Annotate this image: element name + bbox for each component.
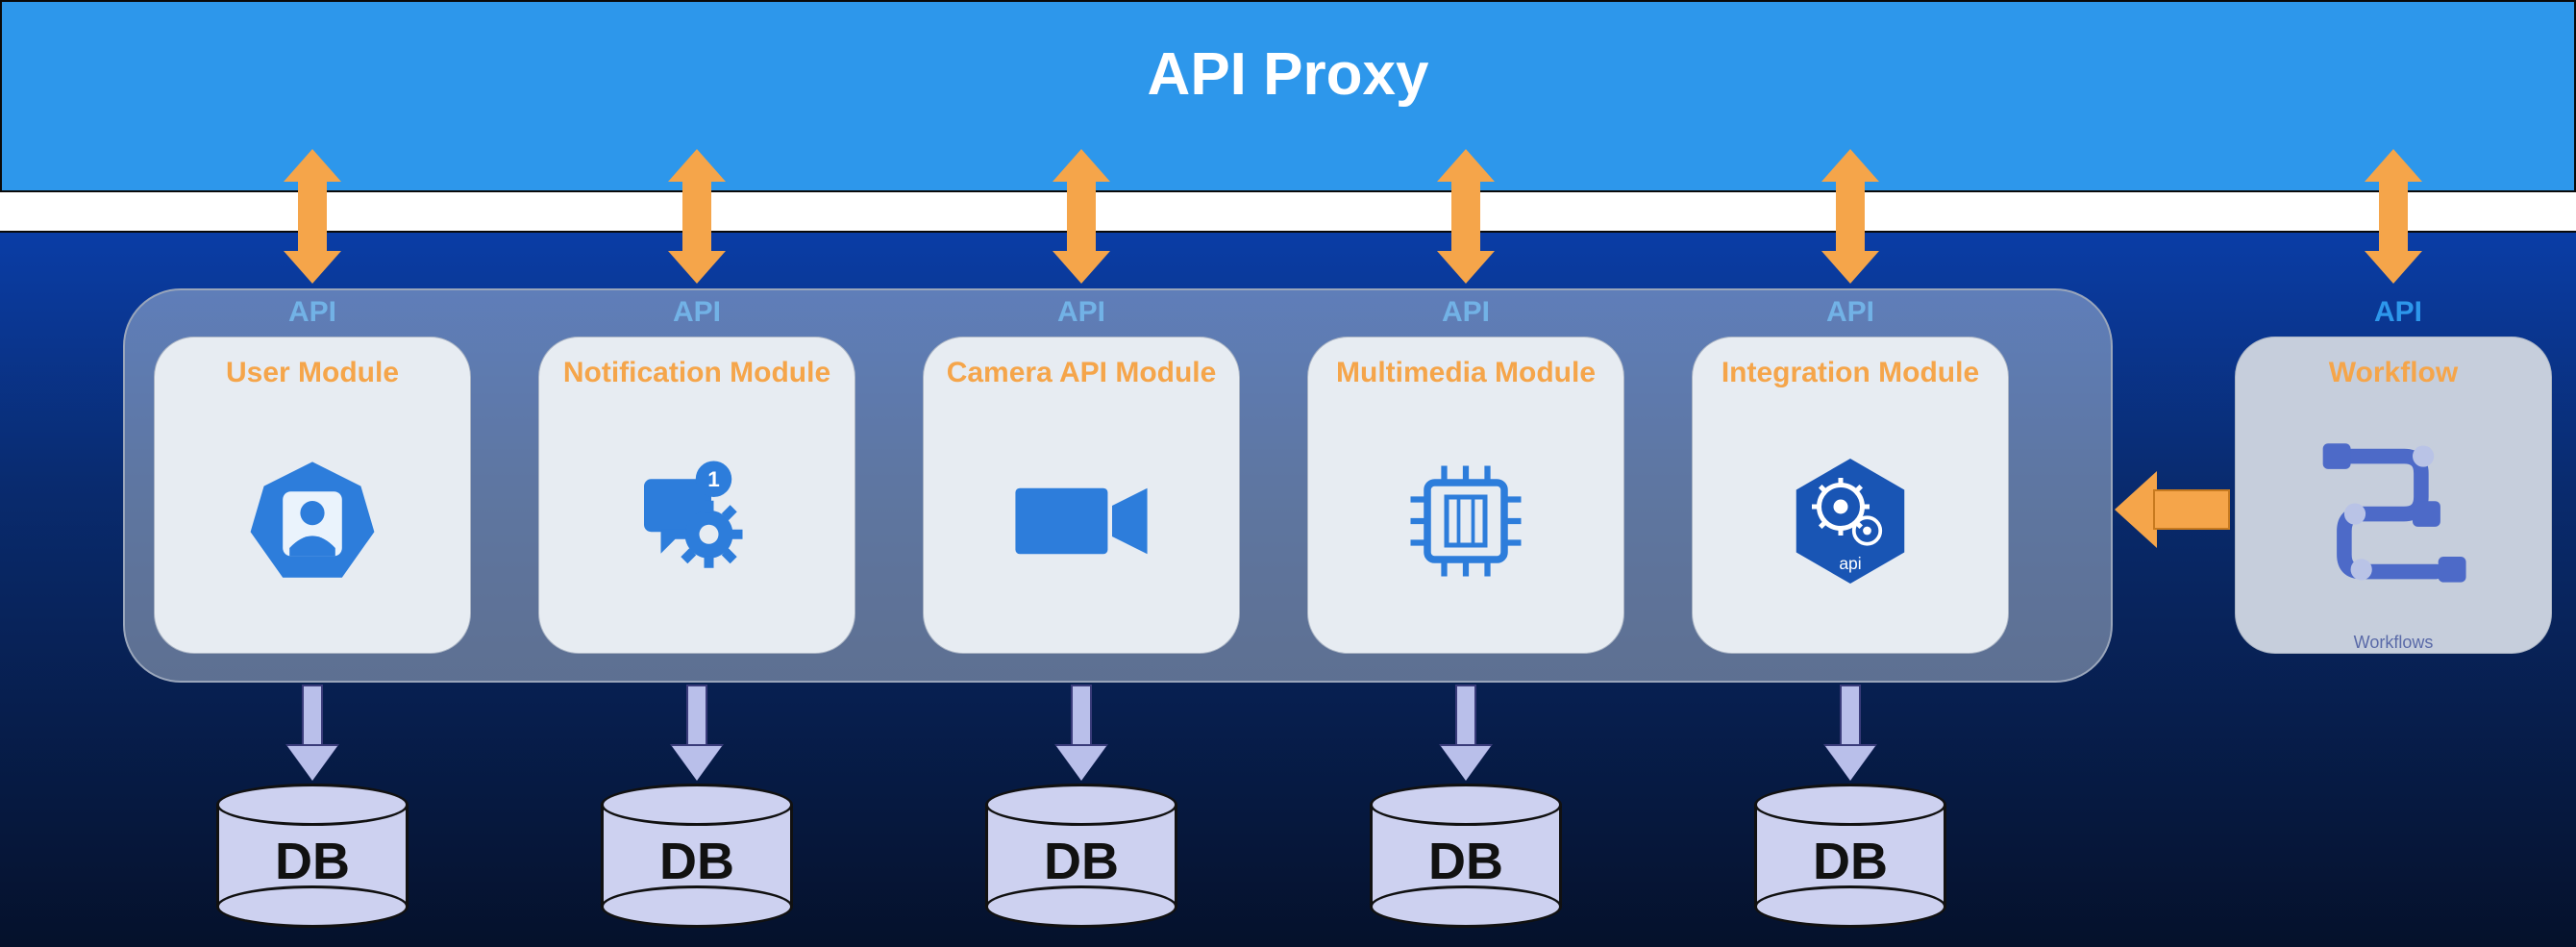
module-title: Multimedia Module — [1319, 357, 1613, 390]
bidir-arrow-icon — [668, 149, 726, 284]
module-card-user: User Module — [154, 336, 471, 654]
notification-badge-count: 1 — [707, 467, 720, 491]
module-card-multimedia: Multimedia Module — [1307, 336, 1624, 654]
database-icon: DB — [601, 784, 793, 928]
arrow-left-icon — [2115, 471, 2230, 548]
module-card-notification: Notification Module 1 — [538, 336, 855, 654]
workflow-subtitle: Workflows — [2354, 633, 2434, 653]
module-card-camera: Camera API Module — [923, 336, 1240, 654]
db-label: DB — [275, 832, 350, 891]
bidir-arrow-icon — [1821, 149, 1879, 284]
notification-gear-icon: 1 — [539, 390, 855, 654]
module-card-integration: Integration Module api — [1692, 336, 2009, 654]
api-hex-icon: api — [1693, 390, 2008, 654]
db-label: DB — [659, 832, 734, 891]
chip-icon — [1308, 390, 1623, 654]
database-icon: DB — [1754, 784, 1946, 928]
db-label: DB — [1044, 832, 1119, 891]
divider-gap — [0, 192, 2576, 231]
db-label: DB — [1428, 832, 1503, 891]
db-label: DB — [1813, 832, 1888, 891]
workflow-title: Workflow — [2312, 357, 2475, 390]
user-badge-icon — [155, 390, 470, 654]
api-proxy-header: API Proxy — [0, 0, 2576, 192]
camera-icon — [924, 390, 1239, 654]
db-arrow-icon — [682, 685, 711, 781]
bidir-arrow-icon — [284, 149, 341, 284]
db-arrow-icon — [1836, 685, 1865, 781]
bidir-arrow-icon — [2365, 149, 2422, 284]
module-title: Notification Module — [546, 357, 848, 390]
database-icon: DB — [216, 784, 409, 928]
bidir-arrow-icon — [1053, 149, 1110, 284]
db-arrow-icon — [1451, 685, 1480, 781]
module-title: Camera API Module — [929, 357, 1234, 390]
workflow-icon — [2236, 390, 2551, 628]
workflow-card: Workflow Workflows — [2235, 336, 2552, 654]
db-arrow-icon — [1067, 685, 1096, 781]
module-title: User Module — [209, 357, 416, 390]
module-title: Integration Module — [1704, 357, 1996, 390]
api-label: API — [2374, 296, 2422, 329]
database-icon: DB — [985, 784, 1177, 928]
database-icon: DB — [1370, 784, 1562, 928]
header-title: API Proxy — [1148, 40, 1429, 109]
api-hex-text: api — [1839, 554, 1861, 573]
bidir-arrow-icon — [1437, 149, 1495, 284]
db-arrow-icon — [298, 685, 327, 781]
